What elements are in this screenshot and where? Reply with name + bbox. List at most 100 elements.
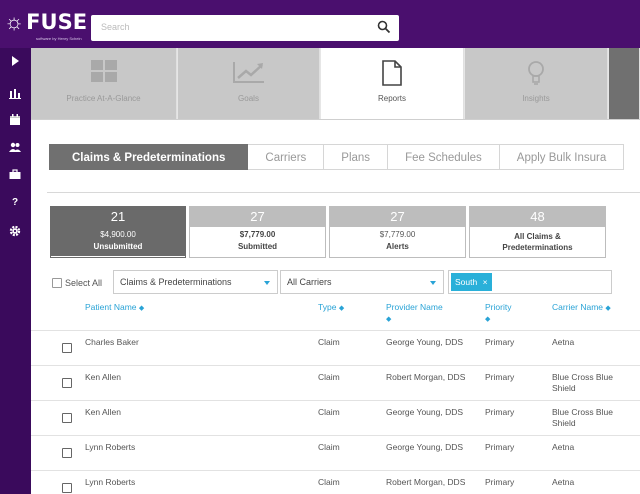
cell-provider: Robert Morgan, DDS (386, 477, 466, 487)
sort-icon: ◆ (338, 305, 345, 312)
summary-amount: $7,779.00 (239, 230, 276, 239)
tile-goals[interactable]: Goals (178, 48, 320, 119)
table-row[interactable]: Lynn Roberts Claim George Young, DDS Pri… (31, 436, 640, 471)
row-checkbox[interactable] (62, 378, 72, 388)
summary-label: All Claims & Predeterminations (502, 232, 573, 252)
cell-provider: George Young, DDS (386, 337, 464, 347)
cell-provider: Robert Morgan, DDS (386, 372, 466, 382)
lightbulb-icon (528, 61, 544, 85)
summary-count: 21 (51, 207, 185, 227)
main-content: Practice At-A-Glance Goals Reports Insig… (31, 48, 640, 494)
column-header-type[interactable]: Type ◆ (318, 302, 344, 314)
row-checkbox[interactable] (62, 343, 72, 353)
sort-icon: ◆ (386, 316, 392, 323)
header-label: Type (318, 302, 337, 312)
table-row[interactable]: Charles Baker Claim George Young, DDS Pr… (31, 331, 640, 366)
row-checkbox[interactable] (62, 413, 72, 423)
tab-claims-predeterminations[interactable]: Claims & Predeterminations (49, 144, 249, 170)
tab-carriers[interactable]: Carriers (248, 144, 325, 170)
table-row[interactable]: Ken Allen Claim Robert Morgan, DDS Prima… (31, 366, 640, 401)
select-all-checkbox[interactable] (52, 278, 62, 288)
gear-icon[interactable] (8, 224, 22, 238)
people-icon[interactable] (8, 140, 22, 154)
select-all-label: Select All (65, 278, 103, 288)
close-icon[interactable]: × (483, 277, 488, 287)
cell-type: Claim (318, 372, 340, 382)
help-icon[interactable]: ? (8, 196, 22, 210)
briefcase-icon[interactable] (8, 167, 22, 181)
column-header-provider[interactable]: Provider Name ◆ (386, 302, 466, 325)
search-input[interactable]: Search (91, 15, 399, 41)
header-label: Patient Name (85, 302, 137, 312)
column-header-patient[interactable]: Patient Name ◆ (85, 302, 144, 314)
tab-fee-schedules[interactable]: Fee Schedules (388, 144, 500, 170)
tab-apply-bulk-insurance[interactable]: Apply Bulk Insura (499, 144, 625, 170)
cell-patient[interactable]: Ken Allen (85, 407, 121, 418)
logo-tagline: software by Henry Schein (36, 36, 82, 41)
cell-carrier: Aetna (552, 337, 575, 347)
cell-type: Claim (318, 442, 340, 452)
summary-count: 27 (330, 207, 465, 227)
header-label: Carrier Name (552, 302, 604, 312)
chevron-down-icon (264, 281, 270, 285)
summary-all-claims[interactable]: 48 All Claims & Predeterminations (469, 206, 606, 258)
summary-amount: $4,900.00 (51, 227, 185, 239)
document-icon (382, 60, 402, 86)
tile-insights[interactable]: Insights (465, 48, 608, 119)
tile-reports[interactable]: Reports (321, 48, 464, 119)
table-row[interactable]: Lynn Roberts Claim Robert Morgan, DDS Pr… (31, 471, 640, 494)
cell-carrier: Blue Cross Blue Shield (552, 407, 613, 428)
bar-chart-icon[interactable] (8, 86, 22, 100)
region-filter-input[interactable]: South × (448, 270, 612, 294)
divider (47, 192, 640, 193)
header-label: Priority (485, 302, 512, 312)
filter-bar: Select All Claims & Predeterminations Al… (31, 270, 640, 294)
carrier-value: All Carriers (287, 277, 332, 287)
cell-priority: Primary (485, 477, 515, 487)
summary-label: Submitted (237, 242, 278, 251)
summary-alerts[interactable]: 27 $7,779.00 Alerts (329, 206, 466, 258)
sort-icon: ◆ (138, 305, 145, 312)
row-checkbox[interactable] (62, 483, 72, 493)
calendar-icon[interactable] (8, 113, 22, 127)
logo-text: FUSE (26, 10, 88, 34)
summary-label: Alerts (386, 242, 409, 251)
cell-patient[interactable]: Lynn Roberts (85, 442, 135, 453)
cell-priority: Primary (485, 372, 515, 382)
expand-arrow-icon[interactable] (8, 54, 22, 68)
tile-label: Insights (522, 94, 550, 103)
tile-more[interactable] (609, 48, 640, 119)
header-label: Provider Name (386, 302, 443, 312)
grid-icon (90, 60, 117, 82)
summary-unsubmitted[interactable]: 21 $4,900.00 Unsubmitted (50, 206, 186, 258)
tab-plans[interactable]: Plans (324, 144, 389, 170)
cell-patient[interactable]: Ken Allen (85, 372, 121, 383)
cell-type: Claim (318, 337, 340, 347)
column-header-carrier[interactable]: Carrier Name ◆ (552, 302, 611, 314)
search-icon[interactable] (377, 20, 391, 34)
cell-priority: Primary (485, 337, 515, 347)
tile-label: Practice At-A-Glance (66, 94, 141, 103)
summary-count: 27 (190, 207, 325, 227)
tile-label: Goals (238, 94, 259, 103)
report-nav-tiles: Practice At-A-Glance Goals Reports Insig… (31, 48, 640, 120)
top-bar: ☼ FUSE software by Henry Schein Search (0, 0, 640, 48)
cell-provider: George Young, DDS (386, 407, 464, 417)
cell-provider: George Young, DDS (386, 442, 464, 452)
column-header-priority[interactable]: Priority ◆ (485, 302, 535, 325)
summary-submitted[interactable]: 27 $7,779.00 Submitted (189, 206, 326, 258)
cell-carrier: Blue Cross Blue Shield (552, 372, 613, 393)
region-chip[interactable]: South × (451, 273, 492, 291)
cell-patient[interactable]: Lynn Roberts (85, 477, 135, 488)
carrier-dropdown[interactable]: All Carriers (280, 270, 444, 294)
cell-type: Claim (318, 407, 340, 417)
fuse-logo[interactable]: ☼ FUSE software by Henry Schein (4, 10, 88, 41)
cell-patient[interactable]: Charles Baker (85, 337, 139, 348)
summary-amount: $7,779.00 (379, 230, 416, 239)
tile-practice-at-a-glance[interactable]: Practice At-A-Glance (31, 48, 177, 119)
claim-type-dropdown[interactable]: Claims & Predeterminations (113, 270, 278, 294)
summary-label: Unsubmitted (51, 239, 185, 256)
trend-chart-icon (232, 62, 264, 83)
table-row[interactable]: Ken Allen Claim George Young, DDS Primar… (31, 401, 640, 436)
row-checkbox[interactable] (62, 448, 72, 458)
